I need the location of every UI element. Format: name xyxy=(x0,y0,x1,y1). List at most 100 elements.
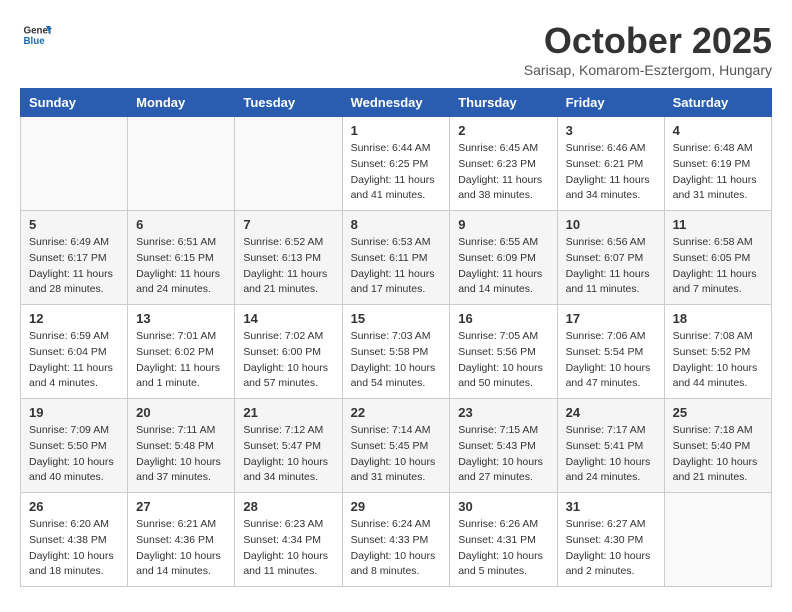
day-number: 10 xyxy=(566,217,656,232)
day-cell: 14Sunrise: 7:02 AMSunset: 6:00 PMDayligh… xyxy=(235,305,342,399)
day-number: 29 xyxy=(351,499,442,514)
day-number: 3 xyxy=(566,123,656,138)
day-cell: 29Sunrise: 6:24 AMSunset: 4:33 PMDayligh… xyxy=(342,493,450,587)
day-info: Sunrise: 6:52 AMSunset: 6:13 PMDaylight:… xyxy=(243,235,333,298)
day-number: 13 xyxy=(136,311,226,326)
logo: General Blue xyxy=(20,20,52,55)
day-cell: 30Sunrise: 6:26 AMSunset: 4:31 PMDayligh… xyxy=(450,493,557,587)
header-thursday: Thursday xyxy=(450,89,557,117)
day-cell: 8 Sunrise: 6:53 AMSunset: 6:11 PMDaylight… xyxy=(342,211,450,305)
day-cell: 17 Sunrise: 7:06 AMSunset: 5:54 PMDayligh… xyxy=(557,305,664,399)
month-title: October 2025 xyxy=(524,20,772,62)
day-cell: 13 Sunrise: 7:01 AMSunset: 6:02 PMDayligh… xyxy=(128,305,235,399)
day-info: Sunrise: 7:15 AMSunset: 5:43 PMDaylight:… xyxy=(458,423,548,486)
day-cell: 2 Sunrise: 6:45 AMSunset: 6:23 PMDaylight… xyxy=(450,117,557,211)
day-number: 19 xyxy=(29,405,119,420)
day-info: Sunrise: 6:45 AMSunset: 6:23 PMDaylight:… xyxy=(458,141,548,204)
day-number: 14 xyxy=(243,311,333,326)
day-number: 8 xyxy=(351,217,442,232)
day-info: Sunrise: 7:14 AMSunset: 5:45 PMDaylight:… xyxy=(351,423,442,486)
day-cell: 20 Sunrise: 7:11 AMSunset: 5:48 PMDayligh… xyxy=(128,399,235,493)
day-info: Sunrise: 6:49 AMSunset: 6:17 PMDaylight:… xyxy=(29,235,119,298)
day-cell: 22 Sunrise: 7:14 AMSunset: 5:45 PMDayligh… xyxy=(342,399,450,493)
day-info: Sunrise: 6:55 AMSunset: 6:09 PMDaylight:… xyxy=(458,235,548,298)
day-number: 31 xyxy=(566,499,656,514)
day-cell: 6 Sunrise: 6:51 AMSunset: 6:15 PMDaylight… xyxy=(128,211,235,305)
svg-text:Blue: Blue xyxy=(24,36,46,47)
day-cell: 23 Sunrise: 7:15 AMSunset: 5:43 PMDayligh… xyxy=(450,399,557,493)
header-monday: Monday xyxy=(128,89,235,117)
day-number: 1 xyxy=(351,123,442,138)
day-info: Sunrise: 6:26 AMSunset: 4:31 PMDaylight:… xyxy=(458,517,548,580)
day-number: 24 xyxy=(566,405,656,420)
day-info: Sunrise: 6:58 AMSunset: 6:05 PMDaylight:… xyxy=(673,235,763,298)
week-row-5: 26 Sunrise: 6:20 AMSunset: 4:38 PMDayligh… xyxy=(21,493,772,587)
day-number: 18 xyxy=(673,311,763,326)
header-friday: Friday xyxy=(557,89,664,117)
day-info: Sunrise: 7:12 AMSunset: 5:47 PMDaylight:… xyxy=(243,423,333,486)
day-cell: 31 Sunrise: 6:27 AMSunset: 4:30 PMDayligh… xyxy=(557,493,664,587)
day-info: Sunrise: 6:21 AMSunset: 4:36 PMDaylight:… xyxy=(136,517,226,580)
day-number: 17 xyxy=(566,311,656,326)
day-info: Sunrise: 7:09 AMSunset: 5:50 PMDaylight:… xyxy=(29,423,119,486)
day-number: 16 xyxy=(458,311,548,326)
day-info: Sunrise: 7:06 AMSunset: 5:54 PMDaylight:… xyxy=(566,329,656,392)
day-info: Sunrise: 6:59 AMSunset: 6:04 PMDaylight:… xyxy=(29,329,119,392)
day-cell: 24Sunrise: 7:17 AMSunset: 5:41 PMDayligh… xyxy=(557,399,664,493)
calendar-table: SundayMondayTuesdayWednesdayThursdayFrid… xyxy=(20,88,772,587)
day-cell: 26 Sunrise: 6:20 AMSunset: 4:38 PMDayligh… xyxy=(21,493,128,587)
day-info: Sunrise: 6:48 AMSunset: 6:19 PMDaylight:… xyxy=(673,141,763,204)
day-number: 5 xyxy=(29,217,119,232)
day-number: 7 xyxy=(243,217,333,232)
day-number: 22 xyxy=(351,405,442,420)
day-number: 9 xyxy=(458,217,548,232)
day-cell: 3 Sunrise: 6:46 AMSunset: 6:21 PMDaylight… xyxy=(557,117,664,211)
day-number: 23 xyxy=(458,405,548,420)
week-row-1: 1 Sunrise: 6:44 AMSunset: 6:25 PMDaylight… xyxy=(21,117,772,211)
day-number: 4 xyxy=(673,123,763,138)
day-info: Sunrise: 6:51 AMSunset: 6:15 PMDaylight:… xyxy=(136,235,226,298)
day-cell xyxy=(235,117,342,211)
day-number: 21 xyxy=(243,405,333,420)
day-info: Sunrise: 6:46 AMSunset: 6:21 PMDaylight:… xyxy=(566,141,656,204)
day-cell: 5 Sunrise: 6:49 AMSunset: 6:17 PMDaylight… xyxy=(21,211,128,305)
day-cell: 15Sunrise: 7:03 AMSunset: 5:58 PMDayligh… xyxy=(342,305,450,399)
day-number: 6 xyxy=(136,217,226,232)
day-cell: 21 Sunrise: 7:12 AMSunset: 5:47 PMDayligh… xyxy=(235,399,342,493)
week-row-3: 12 Sunrise: 6:59 AMSunset: 6:04 PMDayligh… xyxy=(21,305,772,399)
day-info: Sunrise: 6:56 AMSunset: 6:07 PMDaylight:… xyxy=(566,235,656,298)
week-row-4: 19 Sunrise: 7:09 AMSunset: 5:50 PMDayligh… xyxy=(21,399,772,493)
day-info: Sunrise: 7:11 AMSunset: 5:48 PMDaylight:… xyxy=(136,423,226,486)
day-cell: 18Sunrise: 7:08 AMSunset: 5:52 PMDayligh… xyxy=(664,305,771,399)
day-cell: 16 Sunrise: 7:05 AMSunset: 5:56 PMDayligh… xyxy=(450,305,557,399)
day-cell: 19 Sunrise: 7:09 AMSunset: 5:50 PMDayligh… xyxy=(21,399,128,493)
day-number: 20 xyxy=(136,405,226,420)
day-info: Sunrise: 6:27 AMSunset: 4:30 PMDaylight:… xyxy=(566,517,656,580)
day-info: Sunrise: 7:18 AMSunset: 5:40 PMDaylight:… xyxy=(673,423,763,486)
day-number: 2 xyxy=(458,123,548,138)
day-cell: 11 Sunrise: 6:58 AMSunset: 6:05 PMDayligh… xyxy=(664,211,771,305)
location-subtitle: Sarisap, Komarom-Esztergom, Hungary xyxy=(524,62,772,78)
day-cell: 9 Sunrise: 6:55 AMSunset: 6:09 PMDaylight… xyxy=(450,211,557,305)
day-cell: 25Sunrise: 7:18 AMSunset: 5:40 PMDayligh… xyxy=(664,399,771,493)
day-number: 26 xyxy=(29,499,119,514)
header-wednesday: Wednesday xyxy=(342,89,450,117)
day-cell: 28Sunrise: 6:23 AMSunset: 4:34 PMDayligh… xyxy=(235,493,342,587)
day-info: Sunrise: 6:44 AMSunset: 6:25 PMDaylight:… xyxy=(351,141,442,204)
header-saturday: Saturday xyxy=(664,89,771,117)
logo-icon: General Blue xyxy=(22,20,52,50)
day-info: Sunrise: 7:01 AMSunset: 6:02 PMDaylight:… xyxy=(136,329,226,392)
day-number: 27 xyxy=(136,499,226,514)
day-cell: 7 Sunrise: 6:52 AMSunset: 6:13 PMDaylight… xyxy=(235,211,342,305)
header-sunday: Sunday xyxy=(21,89,128,117)
day-cell: 12 Sunrise: 6:59 AMSunset: 6:04 PMDayligh… xyxy=(21,305,128,399)
day-cell: 1 Sunrise: 6:44 AMSunset: 6:25 PMDaylight… xyxy=(342,117,450,211)
day-number: 11 xyxy=(673,217,763,232)
header-tuesday: Tuesday xyxy=(235,89,342,117)
day-info: Sunrise: 7:05 AMSunset: 5:56 PMDaylight:… xyxy=(458,329,548,392)
day-info: Sunrise: 6:53 AMSunset: 6:11 PMDaylight:… xyxy=(351,235,442,298)
day-info: Sunrise: 6:20 AMSunset: 4:38 PMDaylight:… xyxy=(29,517,119,580)
day-cell: 4 Sunrise: 6:48 AMSunset: 6:19 PMDaylight… xyxy=(664,117,771,211)
day-number: 12 xyxy=(29,311,119,326)
day-cell: 27 Sunrise: 6:21 AMSunset: 4:36 PMDayligh… xyxy=(128,493,235,587)
